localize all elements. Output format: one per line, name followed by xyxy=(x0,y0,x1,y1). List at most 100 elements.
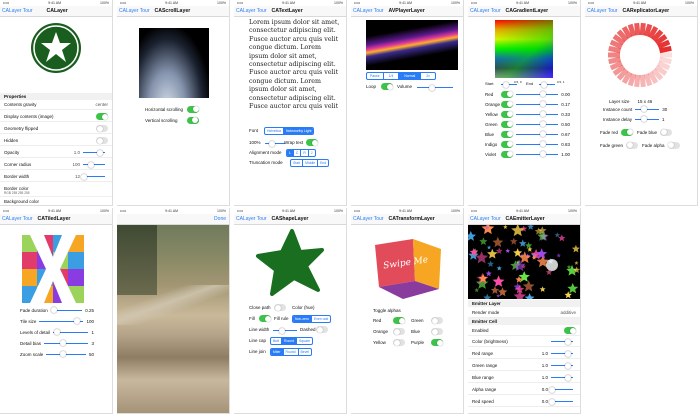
gradient-slider[interactable] xyxy=(516,121,559,127)
trunc-option[interactable]: End xyxy=(318,160,328,166)
hidden-toggle[interactable] xyxy=(96,137,108,144)
rate-option[interactable]: 2x xyxy=(421,73,435,79)
close-path-toggle[interactable] xyxy=(274,304,286,311)
alpha-toggle-orange[interactable] xyxy=(393,328,405,335)
row-border-color[interactable]: Border color RGB 255 255 255 xyxy=(0,184,112,197)
gradient-slider[interactable] xyxy=(516,111,559,117)
tiled-x-image[interactable] xyxy=(22,235,84,303)
emitter-slider[interactable] xyxy=(551,362,573,369)
rate-option[interactable]: Normal xyxy=(399,73,422,79)
emitter-view[interactable] xyxy=(468,225,581,299)
rate-segmented[interactable]: Pause 1/4 Normal 2x xyxy=(366,72,436,80)
align-option[interactable]: C xyxy=(294,150,302,156)
loop-toggle[interactable] xyxy=(381,83,393,90)
earth-image[interactable] xyxy=(139,28,209,98)
back-button[interactable]: CALayer Tour xyxy=(353,216,383,222)
gradient-toggle[interactable] xyxy=(501,150,513,158)
landscape-photo[interactable] xyxy=(117,225,229,413)
join-option[interactable]: Miter xyxy=(271,349,284,355)
gradient-toggle[interactable] xyxy=(501,110,513,118)
gradient-slider[interactable] xyxy=(516,131,559,137)
rate-option[interactable]: Pause xyxy=(367,73,384,79)
emitter-slider[interactable] xyxy=(549,386,573,393)
alpha-toggle-blue[interactable] xyxy=(431,328,443,335)
align-option[interactable]: R xyxy=(301,150,309,156)
join-option[interactable]: Bevel xyxy=(299,349,311,355)
align-option[interactable]: L xyxy=(287,150,294,156)
fade-red-toggle[interactable] xyxy=(621,128,634,136)
alpha-toggle-green[interactable] xyxy=(431,317,443,324)
geometry-flipped-toggle[interactable] xyxy=(96,125,108,132)
align-option[interactable]: J xyxy=(309,150,315,156)
fade-green-toggle[interactable] xyxy=(626,141,639,149)
row-contents-gravity[interactable]: Contents gravity center xyxy=(0,100,112,110)
fade-alpha-toggle[interactable] xyxy=(667,141,680,149)
video-player[interactable] xyxy=(366,20,458,70)
alpha-toggle-red[interactable] xyxy=(393,317,405,324)
emitter-slider[interactable] xyxy=(551,374,573,381)
rule-option[interactable]: Even odd xyxy=(312,316,330,322)
opacity-slider[interactable] xyxy=(83,149,105,156)
instance-count-slider[interactable] xyxy=(635,106,660,112)
font-option[interactable]: Noteworthy Light xyxy=(283,128,314,134)
font-segmented[interactable]: Helvetica Noteworthy Light xyxy=(264,127,315,135)
back-button[interactable]: CALayer Tour xyxy=(2,8,32,14)
border-width-slider[interactable] xyxy=(81,173,105,180)
dashed-toggle[interactable] xyxy=(316,326,328,333)
line-join-segmented[interactable]: Miter Round Bevel xyxy=(270,348,313,356)
corner-radius-slider[interactable] xyxy=(83,161,105,168)
tiled-slider[interactable] xyxy=(39,318,84,324)
tiled-slider[interactable] xyxy=(44,340,89,346)
gradient-toggle[interactable] xyxy=(501,90,513,98)
cap-option[interactable]: Square xyxy=(297,338,312,344)
back-button[interactable]: CALayer Tour xyxy=(353,8,383,14)
emitter-slider[interactable] xyxy=(551,350,573,357)
back-button[interactable]: CALayer Tour xyxy=(236,8,266,14)
rate-option[interactable]: 1/4 xyxy=(384,73,400,79)
gradient-toggle[interactable] xyxy=(501,140,513,148)
join-option[interactable]: Round xyxy=(284,349,299,355)
row-render-mode[interactable]: Render mode additive xyxy=(468,308,580,318)
gradient-toggle[interactable] xyxy=(501,120,513,128)
end-slider[interactable] xyxy=(539,81,555,88)
cube-icon[interactable]: Swipe Me xyxy=(369,233,449,303)
fill-rule-segmented[interactable]: Non-zero Even odd xyxy=(292,315,332,323)
volume-slider[interactable] xyxy=(417,84,453,91)
done-button[interactable]: Done xyxy=(214,216,226,222)
fade-blue-toggle[interactable] xyxy=(660,128,673,136)
tiled-slider[interactable] xyxy=(46,351,86,357)
display-contents-toggle[interactable] xyxy=(96,113,108,120)
size-slider[interactable] xyxy=(265,140,285,147)
tiled-slider[interactable] xyxy=(53,329,89,335)
gradient-slider[interactable] xyxy=(516,101,559,107)
gradient-slider[interactable] xyxy=(516,91,559,97)
trunc-option[interactable]: Start xyxy=(291,160,304,166)
gradient-slider[interactable] xyxy=(516,141,559,147)
gradient-toggle[interactable] xyxy=(501,100,513,108)
row-background-color[interactable]: Background color xyxy=(0,197,112,205)
wrap-text-toggle[interactable] xyxy=(306,139,318,146)
line-cap-segmented[interactable]: Butt Round Square xyxy=(270,337,313,345)
back-button[interactable]: CALayer Tour xyxy=(470,216,500,222)
back-button[interactable]: CALayer Tour xyxy=(587,8,617,14)
back-button[interactable]: CALayer Tour xyxy=(119,8,149,14)
instance-delay-slider[interactable] xyxy=(635,116,660,122)
enabled-toggle[interactable] xyxy=(564,327,576,334)
tiled-slider[interactable] xyxy=(50,307,83,313)
trunc-option[interactable]: Middle xyxy=(303,160,319,166)
emitter-slider[interactable] xyxy=(551,338,573,345)
font-option[interactable]: Helvetica xyxy=(265,128,284,134)
start-slider[interactable] xyxy=(501,81,517,88)
cap-option[interactable]: Round xyxy=(282,338,298,344)
line-width-slider[interactable] xyxy=(273,327,297,334)
alpha-toggle-yellow[interactable] xyxy=(393,339,405,346)
emitter-slider[interactable] xyxy=(549,398,573,405)
fill-toggle[interactable] xyxy=(259,315,271,322)
cap-option[interactable]: Butt xyxy=(271,338,283,344)
back-button[interactable]: CALayer Tour xyxy=(470,8,500,14)
alignment-segmented[interactable]: LCRJ xyxy=(286,149,316,157)
gradient-toggle[interactable] xyxy=(501,130,513,138)
back-button[interactable]: CALayer Tour xyxy=(236,216,266,222)
rule-option[interactable]: Non-zero xyxy=(293,316,312,322)
gradient-slider[interactable] xyxy=(516,151,559,157)
